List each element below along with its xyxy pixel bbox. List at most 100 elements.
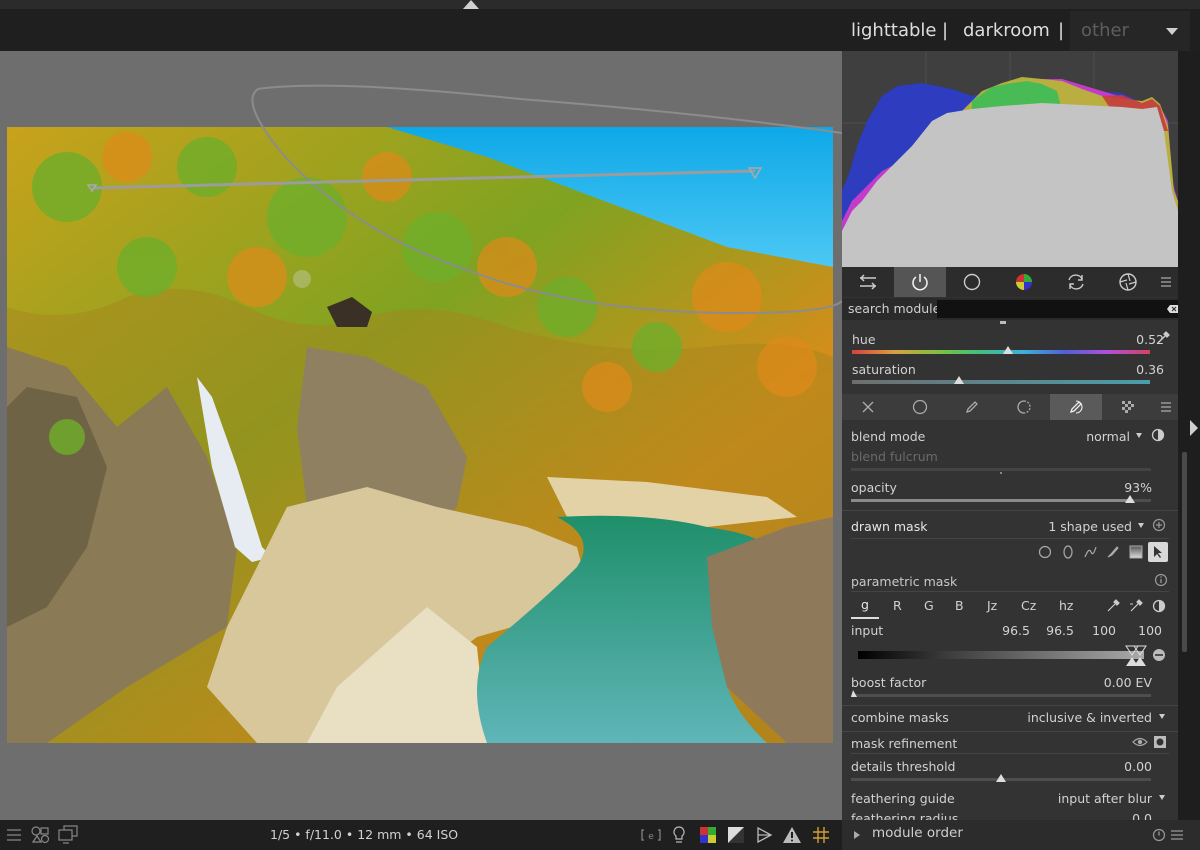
- collapse-top-arrow-icon[interactable]: [463, 0, 479, 9]
- presets-menu-icon[interactable]: [1170, 828, 1184, 842]
- guides-button[interactable]: [810, 824, 832, 846]
- details-threshold-marker[interactable]: [996, 774, 1006, 782]
- half-circle-icon[interactable]: [1152, 599, 1166, 613]
- blend-mode-caret-icon[interactable]: [1136, 433, 1142, 438]
- circle-shape-icon[interactable]: [1038, 545, 1052, 559]
- blend-presets-menu[interactable]: [1154, 394, 1178, 420]
- combine-masks-caret-icon[interactable]: [1159, 714, 1165, 719]
- module-order-label[interactable]: module order: [872, 825, 963, 841]
- expand-arrow-icon[interactable]: [854, 831, 860, 839]
- histogram[interactable]: [842, 51, 1178, 267]
- tab-color[interactable]: [998, 267, 1050, 297]
- bottom-bar: 1/5 • f/11.0 • 12 mm • 64 ISO e module o…: [0, 820, 1200, 850]
- styles-icon[interactable]: [30, 825, 50, 845]
- channel-tab[interactable]: R: [893, 598, 902, 613]
- feathering-guide-caret-icon[interactable]: [1159, 795, 1165, 800]
- tab-quick-access[interactable]: [842, 267, 894, 297]
- mask-refinement-label: mask refinement: [851, 736, 958, 751]
- view-separator: |: [942, 20, 949, 41]
- gamut-check-button[interactable]: [781, 824, 803, 846]
- channel-tab[interactable]: hz: [1059, 598, 1073, 613]
- ellipse-shape-icon[interactable]: [1061, 545, 1075, 559]
- boost-factor-value[interactable]: 0.00 EV: [1042, 675, 1152, 690]
- hue-slider-marker[interactable]: [1003, 346, 1013, 354]
- boost-factor-marker[interactable]: [851, 690, 857, 697]
- input-label: input: [851, 623, 884, 638]
- circle-icon: [963, 273, 981, 291]
- mask-display-icon[interactable]: [1153, 735, 1167, 749]
- blend-fulcrum-marker: [1000, 472, 1002, 474]
- eyedropper-set-icon[interactable]: [1129, 599, 1143, 613]
- eyedropper-icon[interactable]: [1156, 331, 1170, 345]
- saturation-value[interactable]: 0.36: [1082, 362, 1164, 377]
- half-circle-icon[interactable]: [1151, 428, 1165, 442]
- channel-tab[interactable]: Jz: [987, 598, 997, 613]
- opacity-label: opacity: [851, 480, 897, 495]
- feathering-guide-value[interactable]: input after blur: [1012, 791, 1152, 806]
- saturation-slider[interactable]: [852, 380, 1150, 384]
- panel-scrollbar[interactable]: [1182, 452, 1187, 652]
- tab-active-modules[interactable]: [894, 267, 946, 297]
- divider: [842, 731, 1178, 732]
- channel-tab-active[interactable]: g: [851, 597, 879, 619]
- eyedropper-icon[interactable]: [1106, 599, 1120, 613]
- hue-slider[interactable]: [852, 350, 1150, 354]
- input-gradient-slider[interactable]: [858, 651, 1144, 659]
- hue-value[interactable]: 0.52: [1082, 332, 1164, 347]
- opacity-value[interactable]: 93%: [1062, 480, 1152, 495]
- gradient-shape-icon[interactable]: [1129, 545, 1143, 559]
- channel-tab[interactable]: B: [955, 598, 964, 613]
- combine-masks-value[interactable]: inclusive & inverted: [1002, 710, 1152, 725]
- view-darkroom[interactable]: darkroom: [963, 20, 1050, 41]
- brush-icon[interactable]: [1106, 545, 1120, 559]
- focus-peak-button[interactable]: e: [640, 824, 662, 846]
- path-shape-icon[interactable]: [1083, 545, 1097, 559]
- view-other[interactable]: other: [1081, 20, 1129, 41]
- sliders-icon: [859, 274, 877, 290]
- search-input[interactable]: [937, 300, 1178, 318]
- eye-icon[interactable]: [1132, 735, 1148, 749]
- search-bar: search module: [842, 298, 1178, 320]
- blend-drawn-tab[interactable]: [946, 394, 998, 420]
- boost-factor-slider[interactable]: [851, 694, 1151, 697]
- details-threshold-value[interactable]: 0.00: [1062, 759, 1152, 774]
- input-slider-markers[interactable]: [1124, 645, 1148, 667]
- blend-raster-tab[interactable]: [1102, 394, 1154, 420]
- clipping-button[interactable]: [725, 824, 747, 846]
- tab-effect[interactable]: [1102, 267, 1154, 297]
- chevron-down-icon[interactable]: [1166, 28, 1178, 35]
- reset-icon[interactable]: [1152, 828, 1166, 842]
- panel-resize-handle[interactable]: [1000, 321, 1006, 324]
- blend-mode-value[interactable]: normal: [1042, 429, 1130, 444]
- channel-tab[interactable]: Cz: [1021, 598, 1036, 613]
- blend-off-tab[interactable]: [842, 394, 894, 420]
- saturation-slider-marker[interactable]: [954, 376, 964, 384]
- collapse-right-arrow-icon[interactable]: [1190, 420, 1198, 436]
- raw-overexposed-button[interactable]: [697, 824, 719, 846]
- second-window-icon[interactable]: [57, 825, 79, 845]
- iso12646-button[interactable]: [668, 824, 690, 846]
- combine-masks-label: combine masks: [851, 710, 949, 725]
- clear-search-icon[interactable]: [1167, 303, 1178, 315]
- add-circle-icon[interactable]: [1152, 518, 1166, 532]
- drawn-mask-caret-icon[interactable]: [1138, 523, 1144, 528]
- tab-correct[interactable]: [1050, 267, 1102, 297]
- feathering-radius-value[interactable]: 0.0: [1062, 811, 1152, 820]
- tab-base[interactable]: [946, 267, 998, 297]
- view-lighttable[interactable]: lighttable: [851, 20, 936, 41]
- menu-icon: [1161, 402, 1171, 412]
- channel-tab[interactable]: G: [924, 598, 934, 613]
- softproof-button[interactable]: [753, 824, 775, 846]
- opacity-slider-marker[interactable]: [1125, 495, 1135, 503]
- invert-polarity-icon[interactable]: [1152, 648, 1166, 662]
- bulb-icon: [673, 826, 685, 843]
- edit-shapes-button[interactable]: [1148, 542, 1168, 562]
- info-icon[interactable]: [1154, 573, 1168, 587]
- opacity-slider-fill: [851, 499, 1130, 502]
- blend-drawn-parametric-tab[interactable]: [1050, 394, 1102, 420]
- module-tabs-menu[interactable]: [1154, 267, 1178, 297]
- mask-shape-overlay[interactable]: [0, 51, 842, 820]
- blend-parametric-tab[interactable]: [998, 394, 1050, 420]
- menu-icon[interactable]: [6, 827, 22, 843]
- blend-uniform-tab[interactable]: [894, 394, 946, 420]
